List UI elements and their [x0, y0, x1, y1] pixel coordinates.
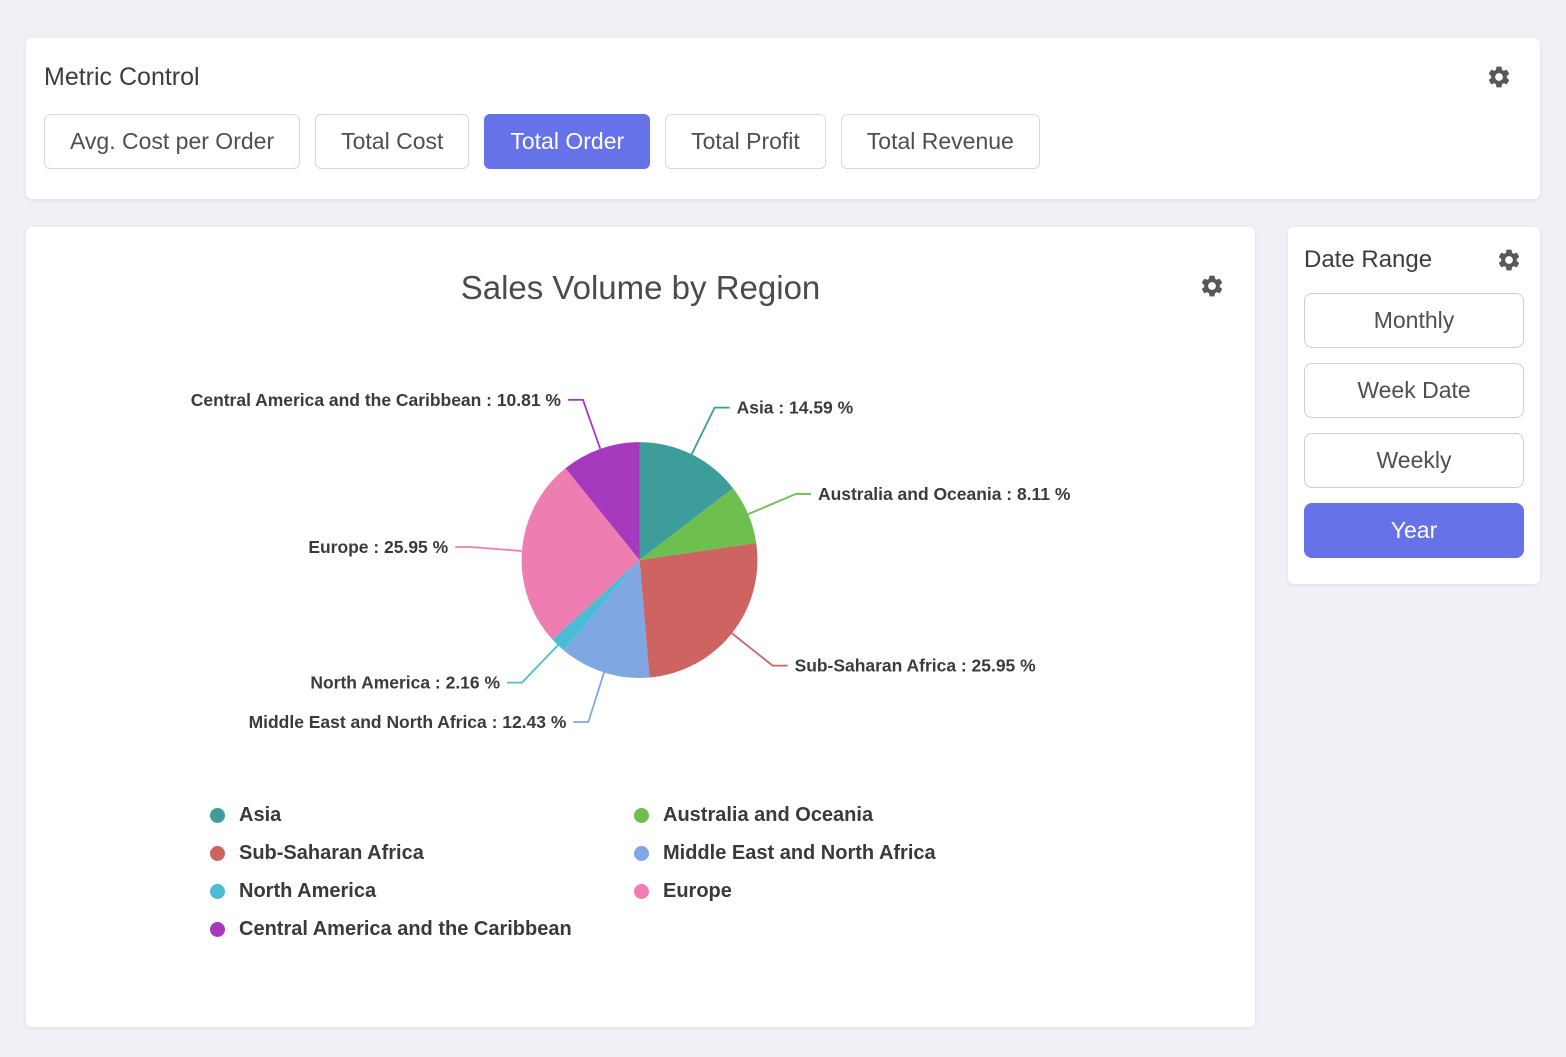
pie-label-line [455, 547, 522, 551]
legend-dot-icon [634, 846, 649, 861]
metric-control-panel: Metric Control Avg. Cost per Order Total … [26, 38, 1540, 199]
chart-settings-button[interactable] [1197, 271, 1227, 301]
gear-icon [1496, 247, 1522, 273]
pie-slice-label: Sub-Saharan Africa : 25.95 % [795, 656, 1037, 676]
legend-dot-icon [210, 846, 225, 861]
legend-dot-icon [634, 808, 649, 823]
legend-label: Asia [239, 803, 281, 827]
legend-dot-icon [210, 808, 225, 823]
metric-control-header: Metric Control [44, 62, 1514, 92]
content-row: Sales Volume by Region Asia : 14.59 % Aus… [26, 227, 1540, 1027]
pie-chart: Asia : 14.59 % Australia and Oceania : 8.… [26, 333, 1255, 803]
gear-icon [1486, 64, 1512, 90]
chart-legend: Asia Sub-Saharan Africa North America Centr… [26, 803, 1255, 955]
legend-label: Sub-Saharan Africa [239, 841, 424, 865]
legend-column: Asia Sub-Saharan Africa North America Centr… [210, 803, 634, 955]
date-button-week-date[interactable]: Week Date [1304, 363, 1524, 418]
metric-control-title: Metric Control [44, 63, 200, 92]
date-button-monthly[interactable]: Monthly [1304, 293, 1524, 348]
dashboard-page: Metric Control Avg. Cost per Order Total … [0, 0, 1566, 1057]
date-button-weekly[interactable]: Weekly [1304, 433, 1524, 488]
metric-button-total-profit[interactable]: Total Profit [665, 114, 826, 169]
metric-button-total-revenue[interactable]: Total Revenue [841, 114, 1040, 169]
gear-icon [1199, 273, 1225, 299]
date-range-header: Date Range [1304, 245, 1524, 275]
metric-button-group: Avg. Cost per Order Total Cost Total Order… [44, 114, 1514, 169]
metric-button-avg-cost-per-order[interactable]: Avg. Cost per Order [44, 114, 300, 169]
legend-dot-icon [210, 922, 225, 937]
pie-label-line [507, 645, 558, 682]
legend-label: Middle East and North Africa [663, 841, 936, 865]
pie-slice-label: Australia and Oceania : 8.11 % [818, 484, 1071, 504]
pie-label-line [748, 494, 811, 514]
legend-label: Central America and the Caribbean [239, 917, 572, 941]
chart-panel: Sales Volume by Region Asia : 14.59 % Aus… [26, 227, 1255, 1027]
legend-item-middle-east-and-north-africa[interactable]: Middle East and North Africa [634, 841, 1058, 865]
pie-slice-label: Central America and the Caribbean : 10.8… [191, 390, 562, 410]
legend-item-europe[interactable]: Europe [634, 879, 1058, 903]
date-range-settings-button[interactable] [1494, 245, 1524, 275]
legend-label: North America [239, 879, 376, 903]
pie-slice-label: Asia : 14.59 % [737, 398, 854, 418]
legend-column: Australia and Oceania Middle East and Nor… [634, 803, 1058, 955]
metric-button-total-order[interactable]: Total Order [484, 114, 650, 169]
legend-dot-icon [634, 884, 649, 899]
legend-item-asia[interactable]: Asia [210, 803, 634, 827]
date-range-button-group: Monthly Week Date Weekly Year [1304, 293, 1524, 558]
legend-item-australia-and-oceania[interactable]: Australia and Oceania [634, 803, 1058, 827]
date-range-panel: Date Range Monthly Week Date Weekly Year [1288, 227, 1540, 584]
pie-label-line [692, 408, 730, 455]
pie-label-line [568, 400, 600, 449]
date-button-year[interactable]: Year [1304, 503, 1524, 558]
pie-slice-label: Middle East and North Africa : 12.43 % [249, 712, 567, 732]
pie-label-line [732, 633, 788, 665]
legend-item-central-america-and-the-caribbean[interactable]: Central America and the Caribbean [210, 917, 634, 941]
legend-dot-icon [210, 884, 225, 899]
chart-title: Sales Volume by Region [26, 227, 1255, 307]
metric-control-settings-button[interactable] [1484, 62, 1514, 92]
pie-slice-sub-saharan-africa[interactable] [640, 543, 758, 677]
legend-item-north-america[interactable]: North America [210, 879, 634, 903]
pie-label-line [573, 672, 604, 722]
legend-label: Europe [663, 879, 732, 903]
pie-slice-label: North America : 2.16 % [310, 673, 500, 693]
metric-button-total-cost[interactable]: Total Cost [315, 114, 469, 169]
pie-slice-label: Europe : 25.95 % [308, 537, 448, 557]
date-range-title: Date Range [1304, 246, 1432, 274]
legend-label: Australia and Oceania [663, 803, 873, 827]
legend-item-sub-saharan-africa[interactable]: Sub-Saharan Africa [210, 841, 634, 865]
